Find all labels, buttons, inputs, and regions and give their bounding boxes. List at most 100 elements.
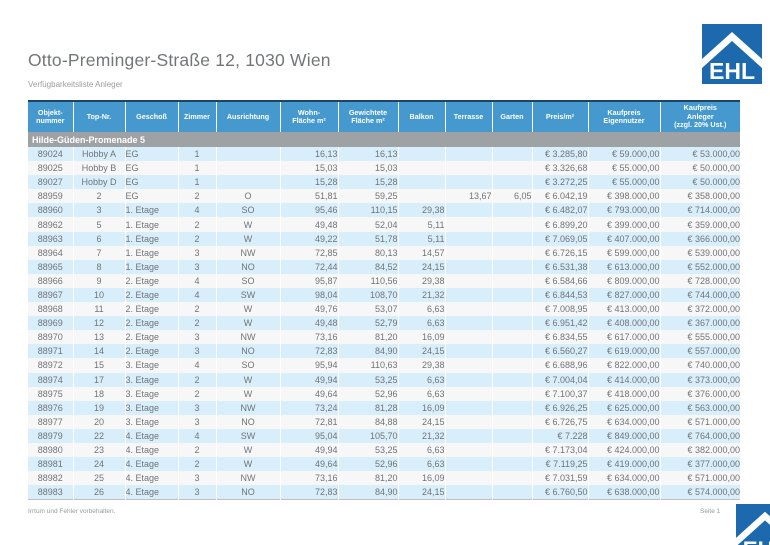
column-header: Zimmer	[178, 101, 216, 132]
table-cell: W	[216, 387, 280, 401]
table-cell: 11	[73, 302, 125, 316]
table-cell: € 539.000,00	[660, 246, 740, 260]
table-cell	[445, 443, 492, 457]
table-cell: 15,03	[338, 161, 398, 175]
table-cell	[492, 316, 532, 330]
table-row: 88969122. Etage2W49,4852,796,63€ 6.951,4…	[28, 316, 740, 330]
table-cell: 95,04	[280, 429, 338, 443]
table-cell: € 6.560,27	[532, 344, 588, 358]
table-cell: € 557.000,00	[660, 344, 740, 358]
table-cell: € 764.000,00	[660, 429, 740, 443]
column-header: Ausrichtung	[216, 101, 280, 132]
table-cell: € 418.000,00	[588, 387, 660, 401]
table-cell	[445, 217, 492, 231]
table-cell: 3	[178, 260, 216, 274]
table-cell: € 827.000,00	[588, 288, 660, 302]
table-cell: 3	[178, 401, 216, 415]
table-cell: 26	[73, 485, 125, 500]
table-cell	[445, 175, 492, 189]
table-row: 8896471. Etage3NW72,8580,1314,57€ 6.726,…	[28, 246, 740, 260]
table-cell: 81,20	[338, 330, 398, 344]
table-cell: 2	[178, 302, 216, 316]
table-cell: 1. Etage	[125, 260, 178, 274]
table-cell: € 6.482,07	[532, 203, 588, 217]
table-cell: € 6.688,96	[532, 358, 588, 372]
table-cell: 72,81	[280, 415, 338, 429]
table-cell: 108,70	[338, 288, 398, 302]
table-cell: € 373.000,00	[660, 373, 740, 387]
table-cell: NW	[216, 330, 280, 344]
ehl-logo-icon: EHL	[702, 24, 762, 84]
page-title: Otto-Preminger-Straße 12, 1030 Wien	[28, 50, 331, 71]
table-cell: Hobby B	[73, 161, 125, 175]
table-cell: 2	[178, 217, 216, 231]
table-cell: 21,32	[398, 288, 445, 302]
table-cell: 1. Etage	[125, 246, 178, 260]
table-cell: 5,11	[398, 232, 445, 246]
table-cell: 15	[73, 358, 125, 372]
table-cell: 29,38	[398, 358, 445, 372]
table-cell	[445, 373, 492, 387]
table-cell: € 359.000,00	[660, 217, 740, 231]
table-cell: 24,15	[398, 344, 445, 358]
table-cell: 6,63	[398, 302, 445, 316]
table-cell: 2	[178, 443, 216, 457]
table-cell: € 638.000,00	[588, 485, 660, 500]
table-cell	[492, 203, 532, 217]
table-cell: W	[216, 232, 280, 246]
table-cell: € 398.000,00	[588, 189, 660, 203]
table-cell: 72,83	[280, 344, 338, 358]
table-cell: € 6.834,55	[532, 330, 588, 344]
table-cell: 6,63	[398, 316, 445, 330]
table-cell	[492, 246, 532, 260]
table-cell: € 728.000,00	[660, 274, 740, 288]
table-cell: € 793.000,00	[588, 203, 660, 217]
table-cell	[398, 161, 445, 175]
table-cell: 5,11	[398, 217, 445, 231]
table-cell: 2. Etage	[125, 344, 178, 358]
table-cell: 88976	[28, 401, 73, 415]
table-cell: € 625.000,00	[588, 401, 660, 415]
table-cell	[492, 443, 532, 457]
table-cell: 4. Etage	[125, 457, 178, 471]
table-cell: 88964	[28, 246, 73, 260]
table-cell: 52,79	[338, 316, 398, 330]
table-cell: 2	[178, 316, 216, 330]
table-cell: 105,70	[338, 429, 398, 443]
table-cell: € 366.000,00	[660, 232, 740, 246]
table-cell	[445, 457, 492, 471]
table-cell: 4	[178, 203, 216, 217]
table-cell	[445, 485, 492, 500]
table-cell	[216, 175, 280, 189]
table-cell: 2	[178, 232, 216, 246]
table-cell: € 6.584,66	[532, 274, 588, 288]
table-cell: 3	[178, 471, 216, 485]
table-row: 88982254. Etage3NW73,1681,2016,09€ 7.031…	[28, 471, 740, 485]
table-cell: Hobby D	[73, 175, 125, 189]
table-row: 88979224. Etage4SW95,04105,7021,32€ 7.22…	[28, 429, 740, 443]
table-cell: € 372.000,00	[660, 302, 740, 316]
table-cell	[492, 373, 532, 387]
table-cell: 29,38	[398, 274, 445, 288]
table-cell: 88967	[28, 288, 73, 302]
table-cell: 4	[178, 358, 216, 372]
table-cell: EG	[125, 189, 178, 203]
table-cell	[492, 401, 532, 415]
table-cell: 6,05	[492, 189, 532, 203]
table-row: 89024Hobby AEG116,1316,13€ 3.285,80€ 59.…	[28, 147, 740, 161]
table-cell: 6	[73, 232, 125, 246]
table-row: 88976193. Etage3NW73,2481,2816,09€ 6.926…	[28, 401, 740, 415]
table-cell	[445, 429, 492, 443]
table-cell: 16,09	[398, 471, 445, 485]
table-cell: 2	[73, 189, 125, 203]
table-cell	[216, 161, 280, 175]
table-cell: 2. Etage	[125, 274, 178, 288]
table-cell: 88972	[28, 358, 73, 372]
table-cell: W	[216, 316, 280, 330]
table-cell: 89024	[28, 147, 73, 161]
table-cell: 88962	[28, 217, 73, 231]
table-cell: 6,63	[398, 443, 445, 457]
column-header: Geschoß	[125, 101, 178, 132]
table-cell: 95,94	[280, 358, 338, 372]
table-cell: 1	[178, 175, 216, 189]
